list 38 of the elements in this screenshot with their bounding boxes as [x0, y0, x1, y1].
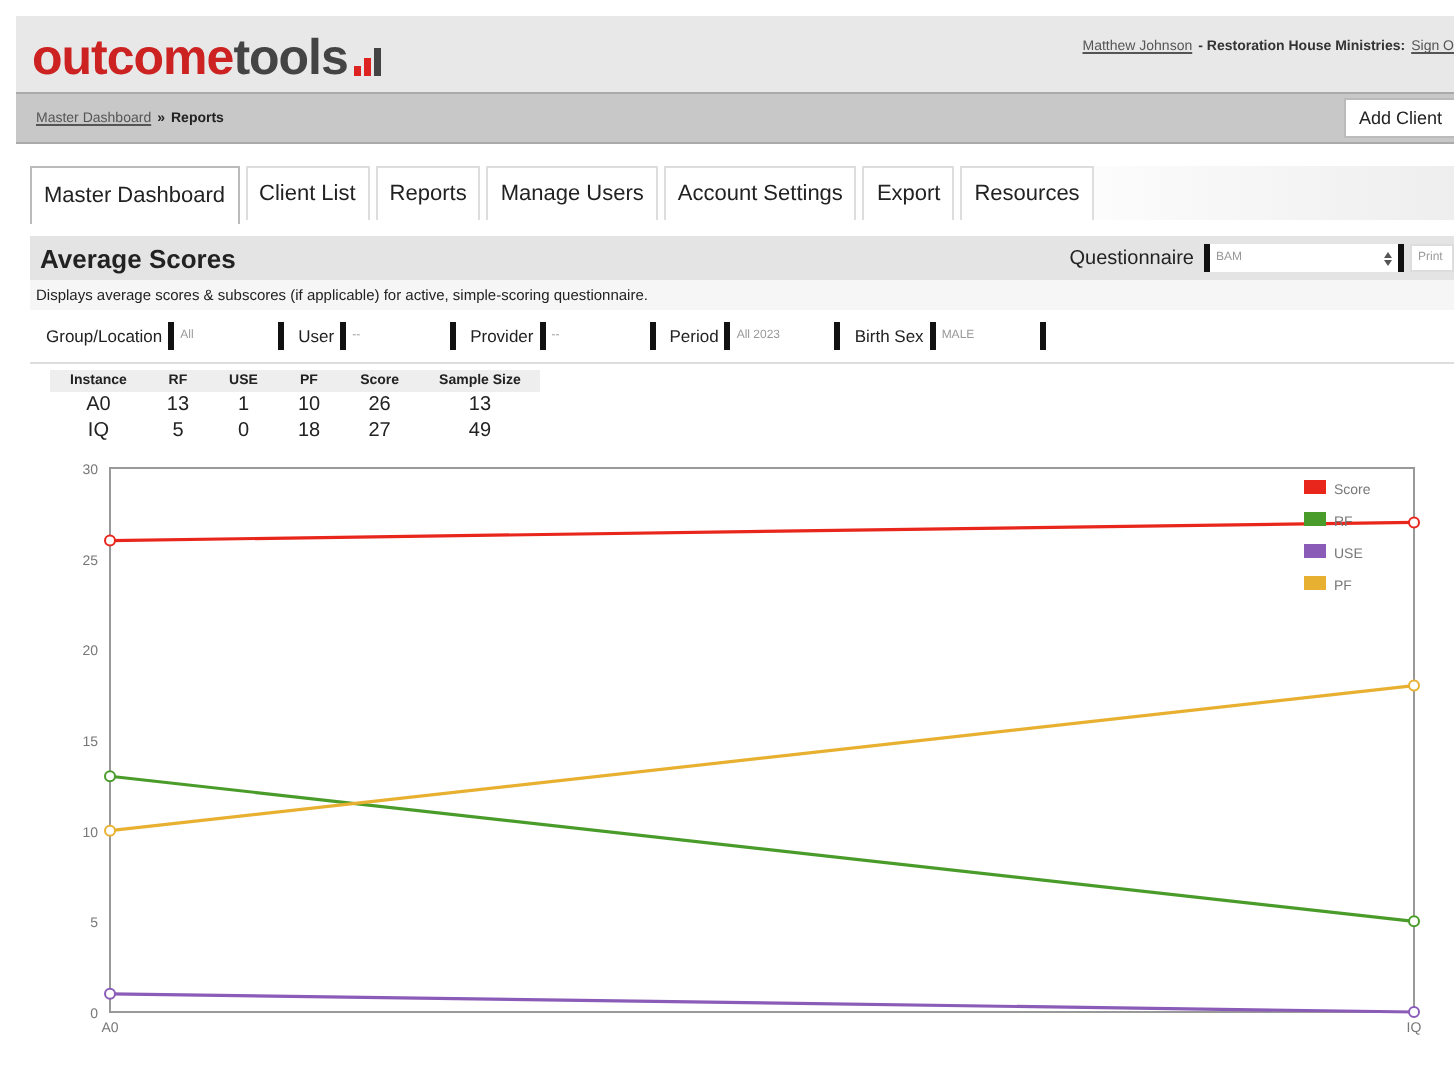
- filter-label: Group/Location: [46, 326, 163, 346]
- logo-text: outcometools: [32, 32, 348, 84]
- filter-label: User: [298, 326, 335, 346]
- table-cell-text: 27: [366, 418, 393, 444]
- updown-arrow-icon: [1384, 251, 1392, 265]
- data-point: [1408, 516, 1420, 529]
- table-cell-text: 5: [170, 418, 186, 444]
- table-cell: A0: [50, 392, 147, 418]
- table-cell: 13: [419, 392, 541, 418]
- data-point: [104, 987, 116, 1000]
- table-cell-text: 18: [295, 418, 323, 444]
- nav-tab[interactable]: Manage Users: [486, 166, 658, 220]
- nav-tab[interactable]: Reports: [375, 166, 481, 220]
- table-cell-text: 49: [466, 418, 494, 444]
- section-title: Average Scores: [40, 243, 236, 273]
- table-cell-text: IQ: [85, 418, 111, 444]
- data-point: [1408, 679, 1420, 692]
- nav-tab[interactable]: Account Settings: [663, 166, 857, 220]
- questionnaire-label: Questionnaire: [1069, 247, 1194, 269]
- table-cell: 10: [277, 392, 341, 418]
- table-cell: 26: [340, 392, 420, 418]
- table-cell: 13: [146, 392, 210, 418]
- data-point: [1408, 1006, 1420, 1018]
- filter-label: Provider: [470, 326, 534, 346]
- table-cell-text: 0: [235, 418, 252, 444]
- data-point: [1408, 915, 1420, 928]
- filter-label: Period: [669, 326, 719, 346]
- nav-tab[interactable]: Resources: [960, 166, 1094, 220]
- nav-tab[interactable]: Master Dashboard: [30, 166, 239, 224]
- nav-tab[interactable]: Client List: [245, 166, 370, 220]
- filter-label: Birth Sex: [854, 326, 924, 346]
- add-client-button[interactable]: Add Client: [1344, 98, 1454, 138]
- nav-tab[interactable]: Export: [862, 166, 955, 220]
- data-point: [104, 770, 116, 783]
- data-point: [104, 824, 116, 837]
- data-point: [104, 534, 116, 547]
- table-cell: 1: [209, 392, 278, 418]
- bar-chart-icon: [353, 48, 382, 76]
